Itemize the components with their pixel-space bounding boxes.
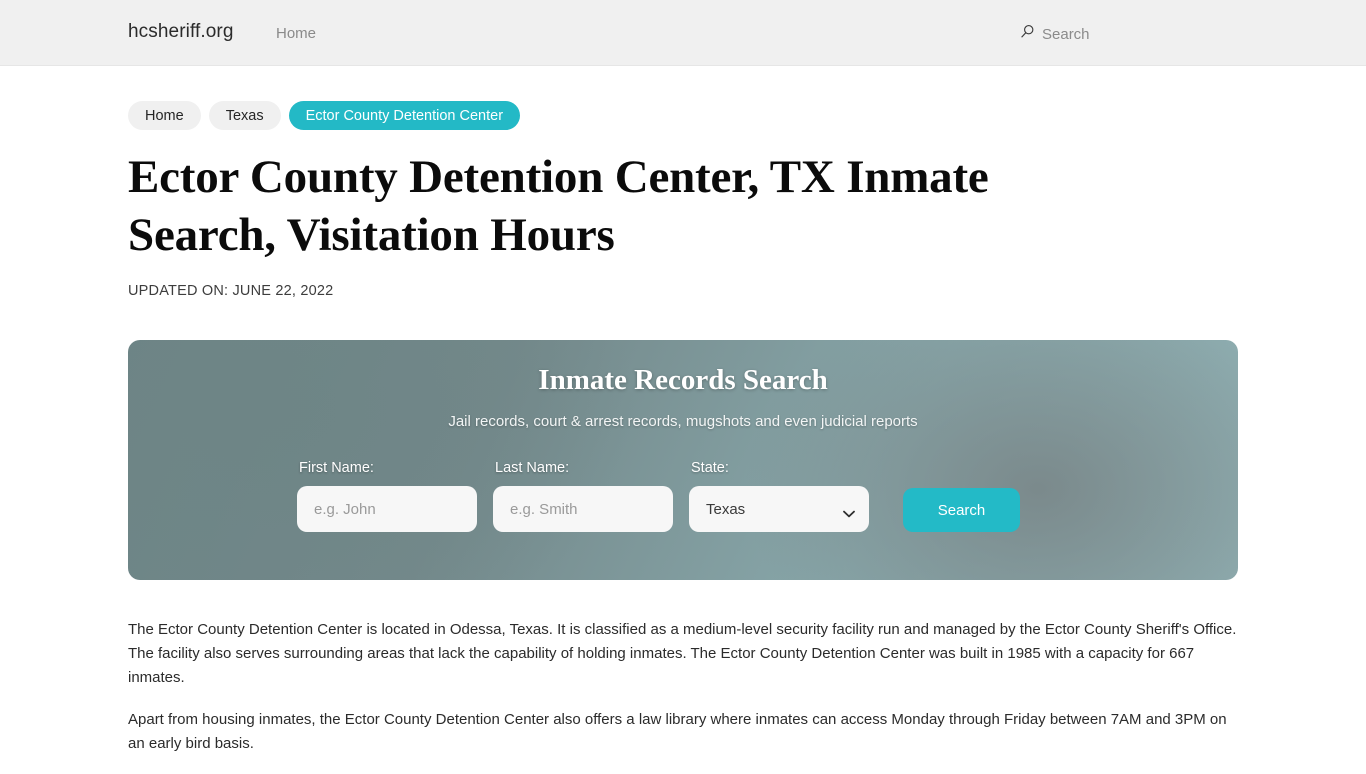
inmate-search-form: First Name: Last Name: State: Texas Sear… bbox=[297, 460, 1020, 532]
header-search-link[interactable]: Search bbox=[1020, 24, 1090, 44]
paragraph-1: The Ector County Detention Center is loc… bbox=[128, 621, 1237, 686]
last-name-field-group: Last Name: bbox=[493, 460, 673, 532]
state-field-group: State: Texas bbox=[689, 460, 869, 532]
article-body: The Ector County Detention Center is loc… bbox=[128, 618, 1240, 774]
hero-subtitle: Jail records, court & arrest records, mu… bbox=[448, 413, 918, 430]
nav-item-home[interactable]: Home bbox=[276, 25, 316, 42]
search-icon bbox=[1020, 24, 1035, 44]
breadcrumb-item-current[interactable]: Ector County Detention Center bbox=[288, 101, 521, 130]
last-name-label: Last Name: bbox=[495, 460, 570, 476]
paragraph-2: Apart from housing inmates, the Ector Co… bbox=[128, 711, 1227, 752]
first-name-input[interactable] bbox=[297, 486, 477, 532]
state-select-wrapper: Texas bbox=[689, 486, 869, 532]
last-name-input[interactable] bbox=[493, 486, 673, 532]
hero-title: Inmate Records Search bbox=[538, 364, 828, 396]
breadcrumb-item-texas[interactable]: Texas bbox=[208, 101, 281, 130]
header-search-label: Search bbox=[1042, 25, 1090, 43]
updated-date: UPDATED ON: JUNE 22, 2022 bbox=[128, 283, 334, 299]
site-logo[interactable]: hcsheriff.org bbox=[128, 21, 234, 43]
first-name-field-group: First Name: bbox=[297, 460, 477, 532]
page-title: Ector County Detention Center, TX Inmate… bbox=[128, 151, 989, 261]
breadcrumb: Home Texas Ector County Detention Center bbox=[128, 101, 521, 130]
state-select[interactable]: Texas bbox=[689, 486, 869, 532]
state-label: State: bbox=[691, 460, 729, 476]
inmate-search-button[interactable]: Search bbox=[903, 488, 1020, 532]
inmate-records-search-panel: Inmate Records Search Jail records, cour… bbox=[128, 340, 1238, 580]
breadcrumb-item-home[interactable]: Home bbox=[128, 101, 201, 130]
site-header: hcsheriff.org Home Search bbox=[0, 0, 1366, 66]
first-name-label: First Name: bbox=[299, 460, 374, 476]
